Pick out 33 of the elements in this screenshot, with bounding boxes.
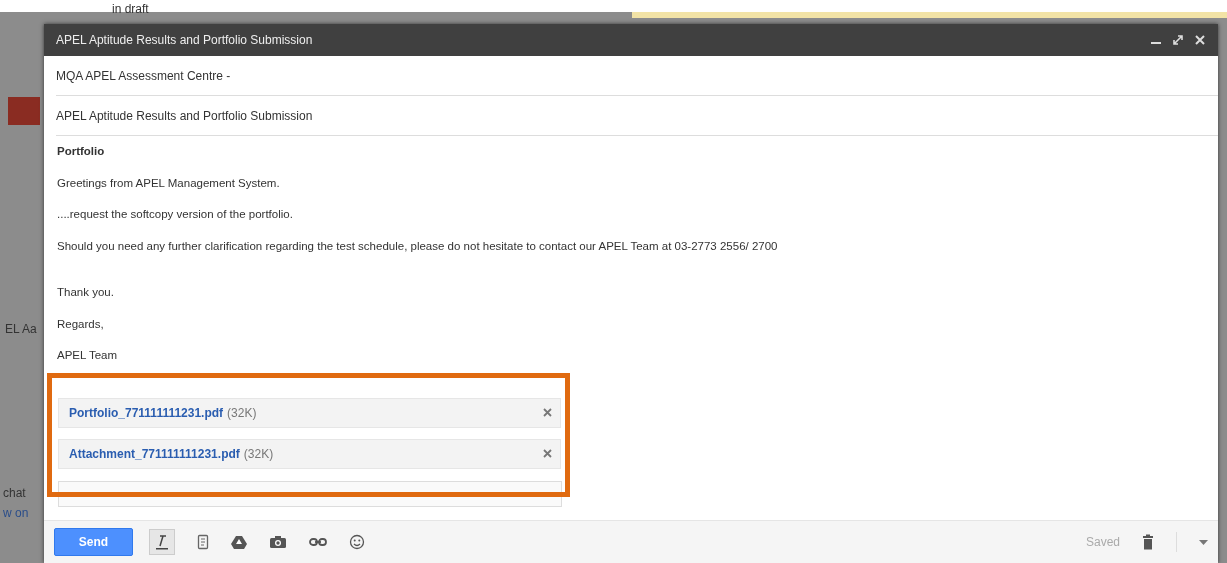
more-options-caret-icon[interactable]	[1199, 539, 1208, 545]
remove-icon[interactable]	[543, 408, 552, 417]
file-size: (32K)	[227, 405, 257, 420]
background-text: chat	[3, 486, 26, 500]
message-text: Greetings from APEL Management System.	[57, 175, 281, 191]
drive-icon[interactable]	[231, 535, 247, 549]
camera-icon[interactable]	[269, 535, 287, 549]
formatting-button[interactable]	[149, 529, 175, 555]
message-text: ....request the softcopy version of the portfolio.	[57, 207, 294, 222]
background-text: w on	[3, 506, 29, 520]
file-size: (32K)	[243, 446, 274, 461]
link-icon[interactable]	[309, 537, 327, 547]
message-text: APEL Team	[57, 348, 119, 363]
attachment-link[interactable]: Attachment_771111111231.pdf	[69, 446, 240, 461]
send-button[interactable]: Send	[54, 528, 133, 556]
text-format-icon[interactable]	[155, 534, 169, 550]
recipients-field[interactable]: MQA APEL Assessment Centre -	[56, 56, 1218, 96]
subject-field[interactable]: APEL Aptitude Results and Portfolio Submission	[56, 96, 1218, 136]
message-heading: Portfolio	[57, 144, 106, 159]
message-text: Thank you.	[57, 285, 115, 300]
close-icon[interactable]	[1194, 34, 1206, 46]
expand-icon[interactable]	[1172, 34, 1184, 46]
message-text: Should you need any further clarification regarding the test schedule, please do not hesitate to contact our APEL Team at 03-2773 2556/ 2700	[57, 238, 779, 254]
window-title: APEL Aptitude Results and Portfolio Submission	[56, 33, 314, 47]
background-text: EL Aa	[5, 322, 37, 336]
attach-file-icon[interactable]	[197, 534, 209, 550]
emoji-icon[interactable]	[349, 534, 365, 550]
saved-status: Saved	[1085, 535, 1120, 549]
attachment-link[interactable]: Portfolio_771111111231.pdf	[69, 405, 224, 420]
background-text: in draft	[112, 2, 149, 16]
message-text: Regards,	[57, 316, 105, 332]
remove-icon[interactable]	[543, 449, 552, 458]
trash-icon[interactable]	[1142, 534, 1154, 550]
